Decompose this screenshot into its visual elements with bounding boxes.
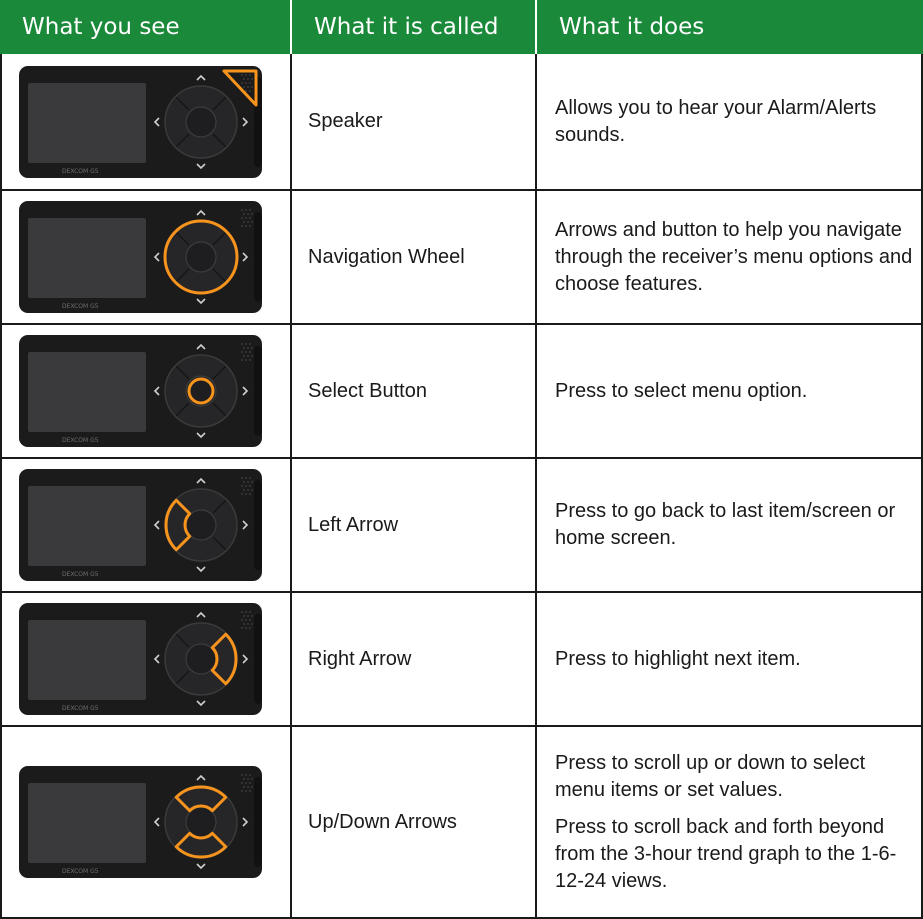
receiver-screen — [28, 486, 146, 566]
receiver-side-edge — [254, 480, 262, 570]
brand-label: DEXCOM G5 — [62, 868, 99, 875]
receiver-side-edge — [254, 212, 262, 302]
feature-description: Press to select menu option. — [537, 325, 921, 457]
device-illustration: DEXCOM G5 — [18, 765, 263, 879]
receiver-screen — [28, 218, 146, 298]
column-divider — [0, 54, 2, 919]
feature-name: Left Arrow — [308, 513, 399, 536]
receiver-side-edge — [254, 346, 262, 436]
feature-name: Select Button — [308, 379, 427, 402]
device-illustration: DEXCOM G5 — [18, 65, 263, 179]
feature-description: Press to highlight next item. — [537, 593, 921, 725]
feature-description: Press to go back to last item/screen or … — [537, 459, 921, 591]
brand-label: DEXCOM G5 — [62, 437, 99, 444]
feature-name: Right Arrow — [308, 647, 412, 670]
feature-name: Speaker — [308, 110, 383, 132]
receiver-device-image: DEXCOM G5 — [19, 65, 262, 178]
feature-name: Navigation Wheel — [308, 245, 465, 268]
header-what-it-does: What it does — [537, 0, 923, 54]
brand-label: DEXCOM G5 — [62, 303, 99, 310]
receiver-device-image: DEXCOM G5 — [19, 766, 262, 878]
description-paragraph: Press to highlight next item. — [555, 647, 801, 670]
select-button-center — [185, 105, 217, 138]
device-illustration: DEXCOM G5 — [18, 602, 263, 716]
brand-label: DEXCOM G5 — [62, 168, 99, 175]
header-what-it-is-called: What it is called — [292, 0, 535, 54]
receiver-device-image: DEXCOM G5 — [19, 469, 262, 581]
receiver-screen — [28, 82, 146, 163]
receiver-device-image: DEXCOM G5 — [19, 335, 262, 447]
features-table: What you see What it is called What it d… — [0, 0, 923, 919]
device-illustration: DEXCOM G5 — [18, 468, 263, 582]
description-paragraph: Press to scroll back and forth beyond fr… — [555, 815, 897, 892]
receiver-side-edge — [254, 777, 262, 867]
receiver-side-edge — [254, 614, 262, 704]
receiver-screen — [28, 783, 146, 863]
receiver-device-image: DEXCOM G5 — [19, 603, 262, 715]
brand-label: DEXCOM G5 — [62, 571, 99, 578]
brand-label: DEXCOM G5 — [62, 705, 99, 712]
feature-name: Up/Down Arrows — [308, 810, 457, 833]
receiver-screen — [28, 352, 146, 432]
receiver-device-image: DEXCOM G5 — [19, 201, 262, 313]
description-paragraph: Press to go back to last item/screen or … — [555, 500, 896, 549]
description-paragraph: Press to select menu option. — [555, 379, 808, 402]
select-button-center — [185, 241, 217, 273]
description-paragraph: Allows you to hear your Alarm/Alerts sou… — [555, 96, 877, 146]
description-paragraph: Arrows and button to help you navigate t… — [555, 218, 913, 295]
feature-description: Arrows and button to help you navigate t… — [537, 191, 921, 323]
feature-description: Allows you to hear your Alarm/Alerts sou… — [537, 54, 921, 189]
receiver-screen — [28, 620, 146, 700]
header-what-you-see: What you see — [0, 0, 290, 54]
feature-description: Press to scroll up or down to select men… — [537, 727, 921, 917]
description-paragraph: Press to scroll up or down to select men… — [555, 751, 866, 801]
device-illustration: DEXCOM G5 — [18, 334, 263, 448]
device-illustration: DEXCOM G5 — [18, 200, 263, 314]
